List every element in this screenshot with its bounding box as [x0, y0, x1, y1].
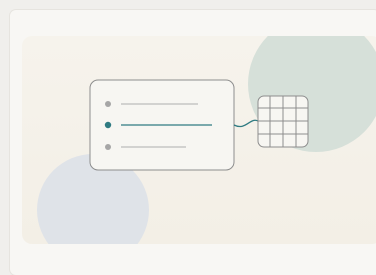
connector-line: [233, 119, 259, 128]
list-item-dot: [105, 144, 111, 150]
list-item-dot: [105, 101, 111, 107]
list-item-dot-active: [104, 121, 112, 129]
table-grid-icon: [257, 95, 309, 148]
data-mapping-illustration: [89, 79, 309, 171]
